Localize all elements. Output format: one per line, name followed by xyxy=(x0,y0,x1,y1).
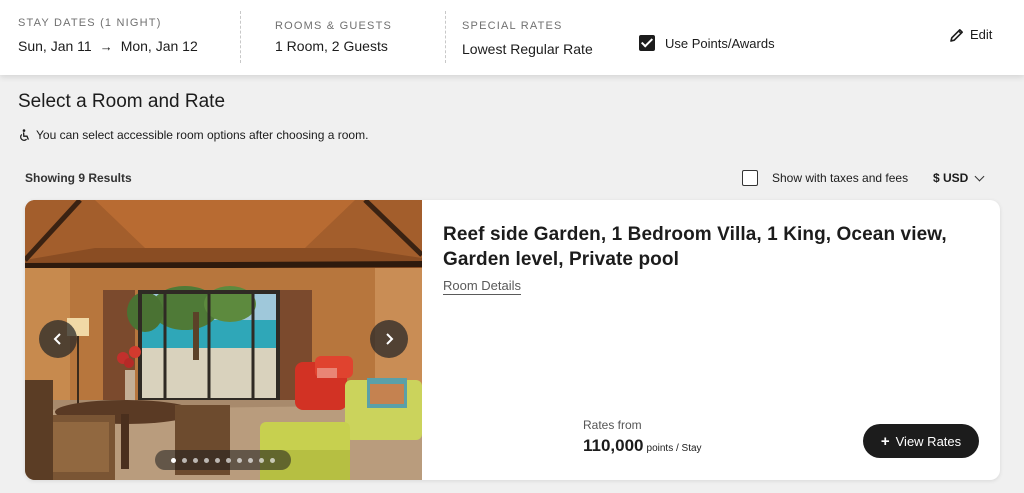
carousel-dot[interactable] xyxy=(182,457,187,463)
pencil-icon xyxy=(950,28,963,42)
edit-button[interactable]: Edit xyxy=(950,27,992,42)
special-rates-label: SPECIAL RATES xyxy=(462,20,563,32)
checkbox-unchecked-icon[interactable] xyxy=(742,170,758,186)
price: 110,000 points / Stay xyxy=(583,436,702,456)
carousel-dot[interactable] xyxy=(215,457,220,463)
chevron-down-icon xyxy=(974,171,985,181)
chevron-left-icon xyxy=(53,333,61,345)
currency-dropdown[interactable]: $ USD xyxy=(933,171,985,185)
checkbox-checked-icon[interactable] xyxy=(639,35,655,51)
plus-icon: + xyxy=(880,432,890,450)
stay-dates-field[interactable]: STAY DATES (1 NIGHT) Sun, Jan 11 → Mon, Ja… xyxy=(18,0,228,75)
view-rates-button[interactable]: + View Rates xyxy=(863,424,979,458)
room-photo xyxy=(25,200,422,480)
rates-from-label: Rates from xyxy=(583,418,642,432)
arrow-right-icon: → xyxy=(99,39,113,54)
currency-value: $ USD xyxy=(933,171,969,185)
room-photo-carousel[interactable] xyxy=(25,200,422,480)
room-card: Reef side Garden, 1 Bedroom Villa, 1 Kin… xyxy=(25,200,1000,480)
carousel-dot[interactable] xyxy=(270,457,275,463)
carousel-dot[interactable] xyxy=(237,457,242,463)
carousel-dot[interactable] xyxy=(193,457,198,463)
results-count: Showing 9 Results xyxy=(25,171,132,185)
stay-dates-value[interactable]: Sun, Jan 11 → Mon, Jan 12 xyxy=(18,38,198,54)
carousel-dot[interactable] xyxy=(171,457,176,463)
search-summary-bar: STAY DATES (1 NIGHT) Sun, Jan 11 → Mon, Ja… xyxy=(0,0,1024,75)
carousel-dot[interactable] xyxy=(204,457,209,463)
price-unit: points / Stay xyxy=(646,443,702,454)
divider xyxy=(240,11,241,63)
check-out-date: Mon, Jan 12 xyxy=(120,38,198,54)
stay-dates-label: STAY DATES (1 NIGHT) xyxy=(18,17,162,29)
check-in-date: Sun, Jan 11 xyxy=(18,38,92,54)
carousel-dot[interactable] xyxy=(248,457,253,463)
divider xyxy=(445,11,446,63)
accessibility-note: You can select accessible room options a… xyxy=(18,128,368,142)
page-title: Select a Room and Rate xyxy=(18,91,226,112)
accessibility-note-text: You can select accessible room options a… xyxy=(36,128,369,142)
chevron-right-icon xyxy=(386,333,394,345)
room-details-link[interactable]: Room Details xyxy=(443,278,522,295)
carousel-next-button[interactable] xyxy=(370,320,408,358)
wheelchair-icon xyxy=(20,128,30,141)
carousel-dots xyxy=(155,450,291,470)
special-rates-field[interactable]: SPECIAL RATES Lowest Regular Rate xyxy=(462,0,622,75)
use-points-label: Use Points/Awards xyxy=(665,35,775,51)
view-rates-label: View Rates xyxy=(895,433,962,449)
use-points-checkbox[interactable]: Use Points/Awards xyxy=(639,35,775,51)
room-name: Reef side Garden, 1 Bedroom Villa, 1 Kin… xyxy=(443,224,947,270)
rooms-guests-value: 1 Room, 2 Guests xyxy=(275,38,388,54)
edit-label: Edit xyxy=(970,27,993,42)
show-taxes-checkbox[interactable]: Show with taxes and fees xyxy=(742,170,908,186)
rooms-guests-label: ROOMS & GUESTS xyxy=(275,20,393,32)
price-value: 110,000 xyxy=(583,436,644,455)
carousel-dot[interactable] xyxy=(259,457,264,463)
carousel-dot[interactable] xyxy=(226,457,231,463)
special-rates-value: Lowest Regular Rate xyxy=(462,41,593,57)
rooms-guests-field[interactable]: ROOMS & GUESTS 1 Room, 2 Guests xyxy=(275,0,425,75)
carousel-prev-button[interactable] xyxy=(39,320,77,358)
show-taxes-label: Show with taxes and fees xyxy=(772,171,909,185)
